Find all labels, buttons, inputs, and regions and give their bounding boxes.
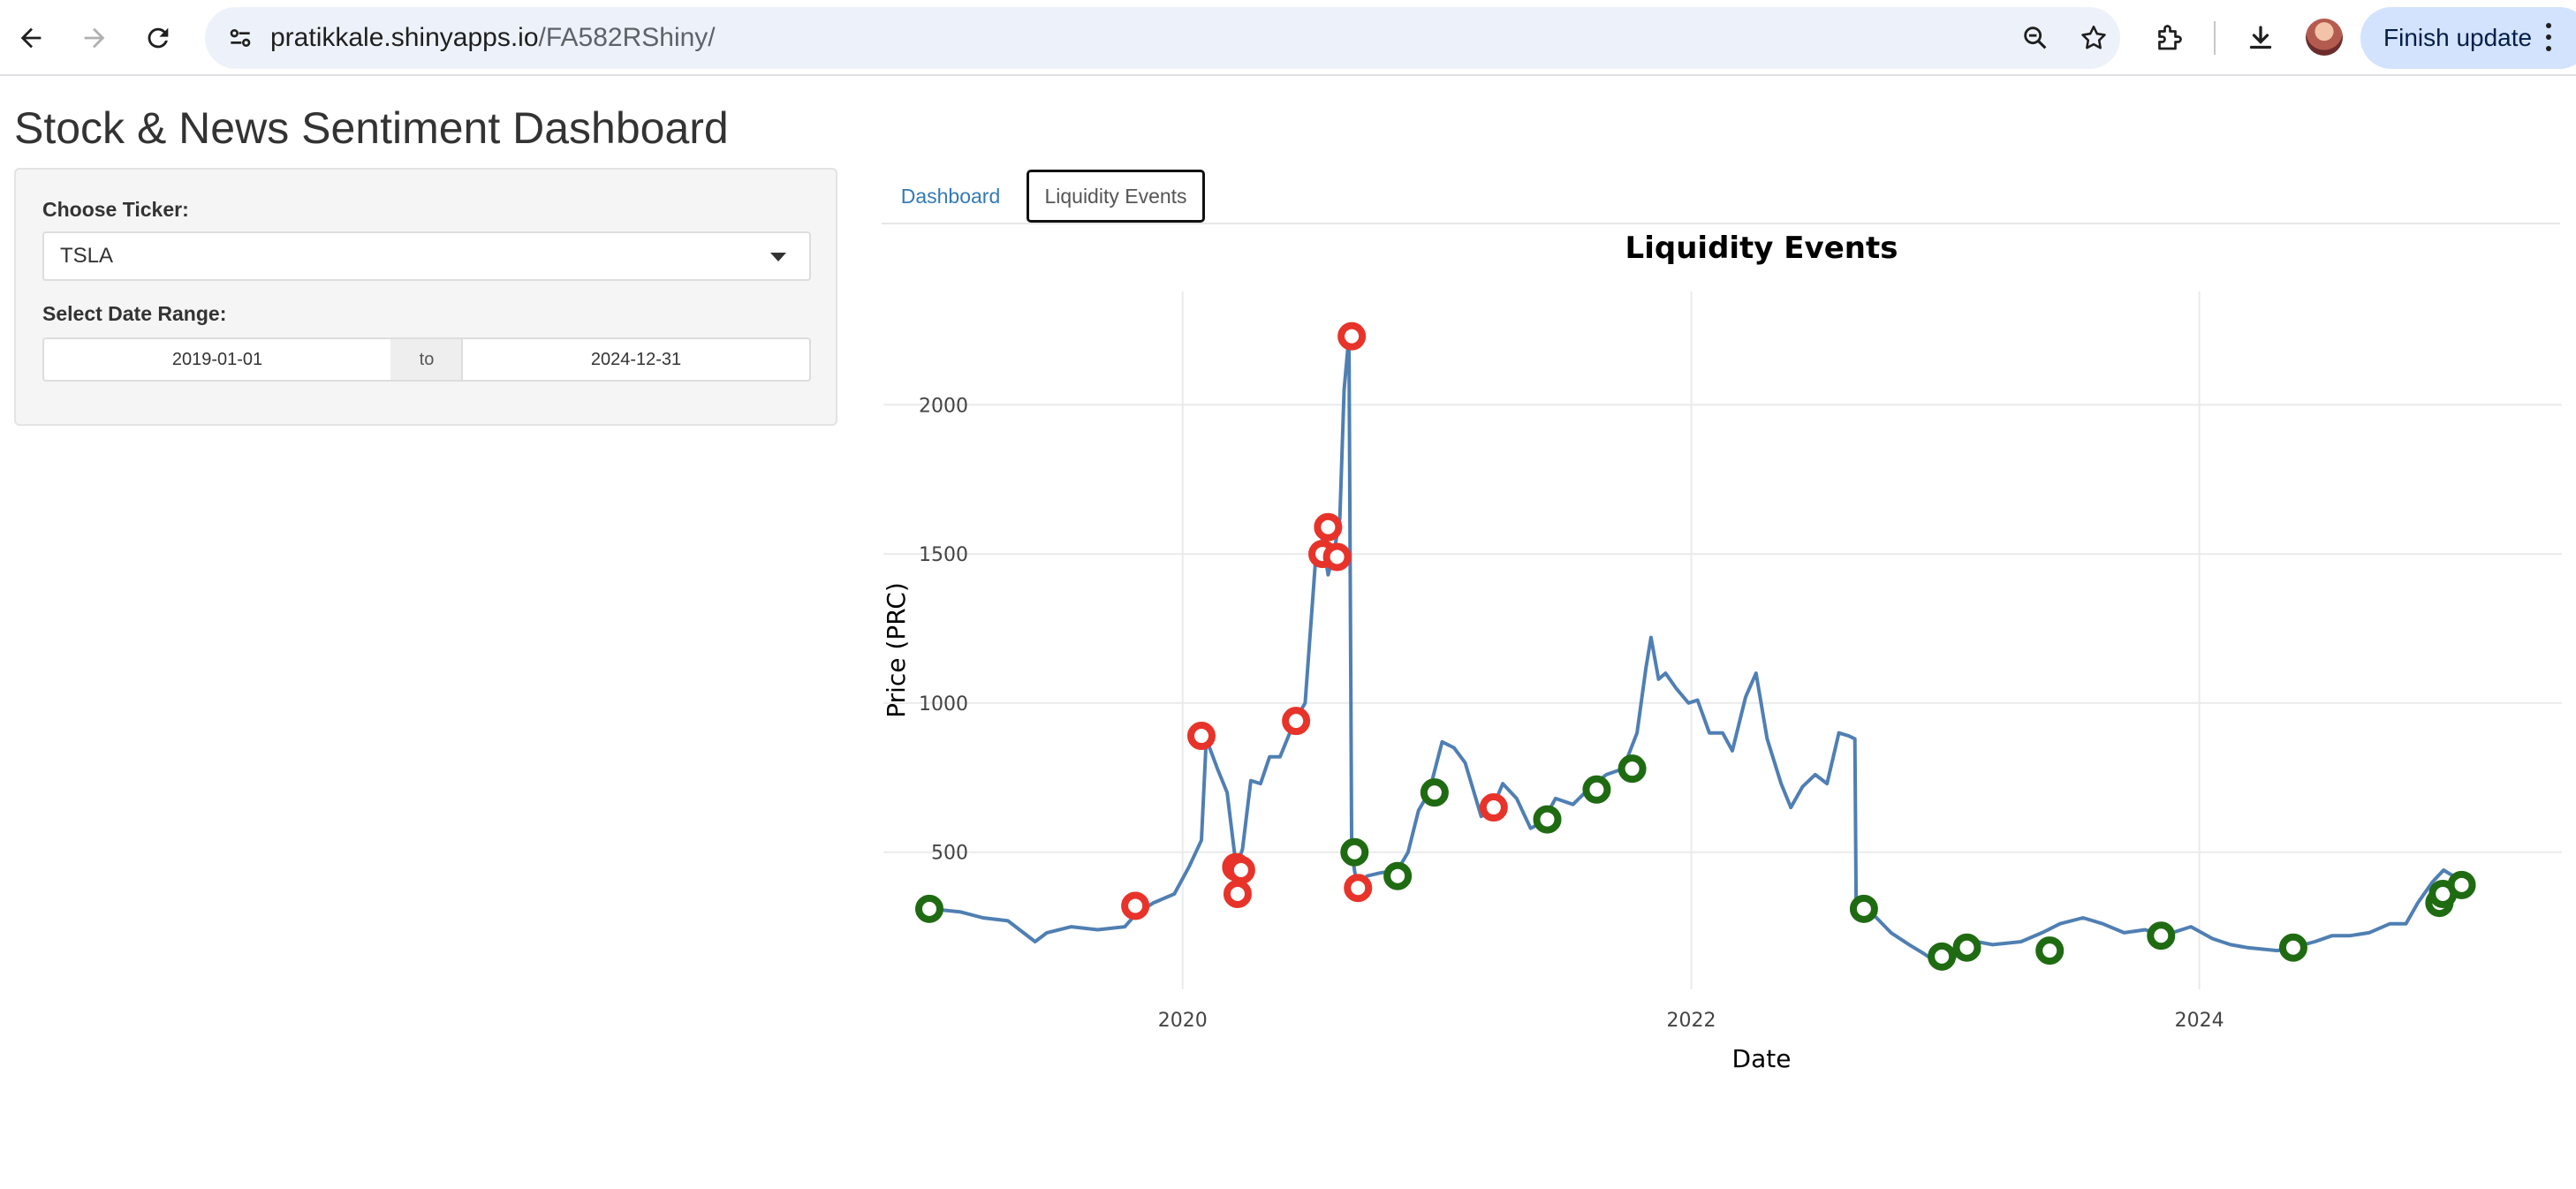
back-icon [20,27,42,49]
finish-update-label: Finish update [2383,24,2533,51]
negative-liquidity-event-marker [1344,874,1373,903]
positive-liquidity-event-marker [2035,936,2065,966]
positive-liquidity-event-marker [1582,775,1611,804]
ticker-select[interactable]: TSLA [42,231,811,281]
positive-liquidity-event-marker [1928,942,1957,971]
negative-liquidity-event-marker [1337,322,1367,351]
back-button[interactable] [7,14,55,62]
positive-liquidity-event-marker [914,894,943,923]
negative-liquidity-event-marker [1282,707,1311,736]
url-host: pratikkale.shinyapps.io [270,23,539,52]
reload-button[interactable] [134,14,182,62]
positive-liquidity-event-marker [2278,933,2307,962]
negative-liquidity-event-marker [1186,722,1216,751]
download-icon[interactable] [2240,18,2281,58]
chart-gridlines [883,292,2562,989]
date-range-separator: to [390,337,463,382]
x-tick-label: 2020 [1158,1010,1208,1032]
browser-toolbar: pratikkale.shinyapps.io/FA582RShiny/ Fin… [0,0,2576,76]
end-date-input[interactable]: 2024-12-31 [461,337,811,382]
positive-liquidity-event-marker [2147,921,2176,950]
y-tick-label: 1000 [919,693,968,716]
page-title: Stock & News Sentiment Dashboard [14,103,729,153]
positive-liquidity-event-marker [1849,894,1878,923]
avatar[interactable] [2306,19,2343,56]
positive-liquidity-event-marker [1952,933,1981,962]
ticker-value: TSLA [60,244,114,268]
tab-liquidity-events[interactable]: Liquidity Events [1027,170,1205,223]
negative-liquidity-event-marker [1314,512,1343,541]
forward-icon [84,27,105,49]
positive-liquidity-event-marker [1420,778,1449,807]
positive-liquidity-event-marker [1383,861,1413,890]
positive-liquidity-event-marker [2447,870,2476,899]
start-date-input[interactable]: 2019-01-01 [42,337,392,382]
url-path: /FA582RShiny/ [538,23,716,52]
toolbar-divider [2214,21,2216,55]
extensions-icon[interactable] [2148,18,2189,58]
y-tick-label: 500 [931,843,968,865]
ticker-label: Choose Ticker: [42,198,189,221]
positive-liquidity-event-marker [1533,805,1562,834]
negative-liquidity-event-marker [1479,793,1508,822]
x-tick-label: 2022 [1667,1010,1716,1032]
tab-bar: Dashboard Liquidity Events [882,168,2560,224]
chart-markers [914,322,2476,971]
negative-liquidity-event-marker [1226,855,1255,884]
chart-ticks: 500 1000 1500 2000 2020 2022 2024 [919,395,2224,1032]
tab-dashboard[interactable]: Dashboard [882,170,1019,223]
x-tick-label: 2024 [2175,1010,2224,1032]
y-tick-label: 1500 [919,544,968,566]
menu-icon[interactable] [2535,19,2562,55]
chevron-down-icon [770,253,786,261]
url-text[interactable]: pratikkale.shinyapps.io/FA582RShiny/ [270,23,716,53]
star-icon[interactable] [2076,20,2111,56]
negative-liquidity-event-marker [1322,542,1352,572]
zoom-icon[interactable] [2018,20,2053,56]
positive-liquidity-event-marker [1340,837,1369,867]
y-axis-title: Price (PRC) [882,582,911,718]
negative-liquidity-event-marker [1121,891,1150,920]
address-bar[interactable]: pratikkale.shinyapps.io/FA582RShiny/ [205,7,2120,69]
positive-liquidity-event-marker [1618,754,1647,784]
date-range-input: 2019-01-01 to 2024-12-31 [42,337,811,382]
date-range-label: Select Date Range: [42,302,227,325]
reload-icon [148,27,169,49]
site-info-icon[interactable] [221,19,260,57]
forward-button[interactable] [71,14,118,62]
negative-liquidity-event-marker [1223,879,1252,908]
sidebar-panel: Choose Ticker: TSLA Select Date Range: 2… [14,168,837,426]
x-axis-title: Date [1732,1044,1792,1073]
chart-title: Liquidity Events [1625,231,1898,266]
y-tick-label: 2000 [919,395,968,417]
